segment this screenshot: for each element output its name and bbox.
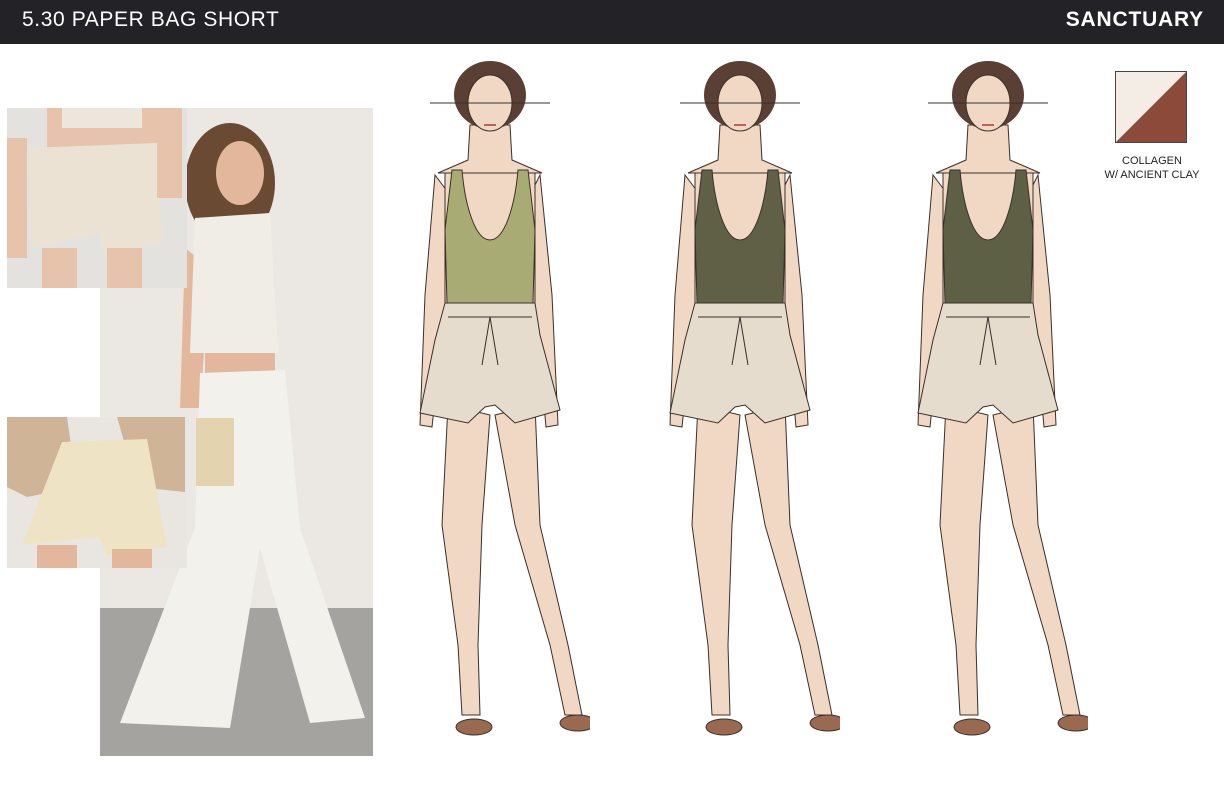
leg-right <box>744 404 833 716</box>
sandal-left <box>953 718 991 736</box>
neck <box>935 124 1041 174</box>
colorway-swatch <box>1115 71 1187 143</box>
neck <box>437 124 543 174</box>
brand-name: SANCTUARY <box>1065 8 1204 31</box>
leg-left <box>441 404 491 716</box>
colorway-name-line2: W/ ANCIENT CLAY <box>1104 169 1200 181</box>
neck <box>687 124 793 174</box>
croquis-figure-3 <box>888 55 1095 755</box>
sandal-left <box>705 718 743 736</box>
croquis-figure-2 <box>640 55 847 755</box>
sandal-right <box>1057 714 1095 732</box>
colorway-name-line1: COLLAGEN <box>1122 155 1182 167</box>
inspiration-photo-shorts-bottom <box>7 417 187 568</box>
page-title: 5.30 PAPER BAG SHORT <box>22 8 280 31</box>
croquis-figure-1 <box>390 55 597 755</box>
header-bar: 5.30 PAPER BAG SHORT SANCTUARY <box>0 0 1224 44</box>
colorway-label: COLLAGEN W/ ANCIENT CLAY <box>1090 154 1214 182</box>
leg-left <box>691 404 741 716</box>
leg-right <box>992 404 1081 716</box>
sandal-right <box>809 714 847 732</box>
sandal-right <box>559 714 597 732</box>
leg-left <box>939 404 989 716</box>
sandal-left <box>455 718 493 736</box>
leg-right <box>494 404 583 716</box>
inspiration-photo-shorts-top <box>7 108 187 288</box>
